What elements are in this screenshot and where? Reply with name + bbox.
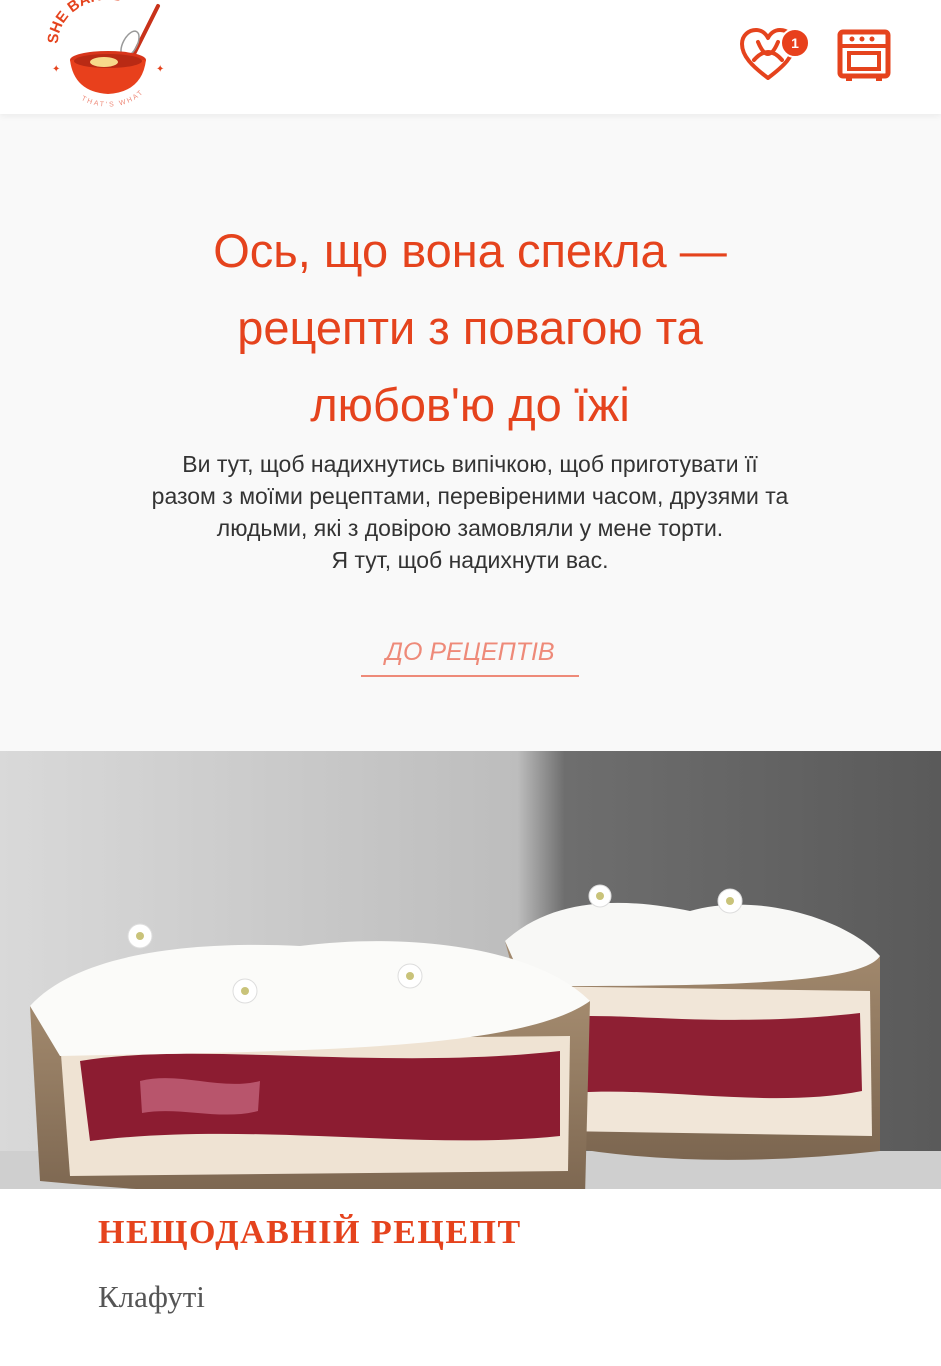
svg-text:✦: ✦ [52,64,60,75]
hero-text-line: Я тут, щоб надихнути вас. [331,547,609,573]
svg-text:SHE BAKED: SHE BAKED [46,0,124,44]
to-recipes-link[interactable]: ДО РЕЦЕПТІВ [361,632,579,677]
hero-text-line: Ви тут, щоб надихнутись випічкою, щоб пр… [182,451,758,477]
favorites-button[interactable]: 1 [738,26,810,86]
hero-title: Ось, що вона спекла — рецепти з повагою … [120,212,820,443]
hero-description: Ви тут, щоб надихнутись випічкою, щоб пр… [70,448,870,576]
hero-title-line: рецепти з повагою та [237,301,703,354]
hero-text-line: разом з моїми рецептами, перевіреними ча… [151,483,789,509]
hero-title-line: любов'ю до їжі [310,378,630,431]
site-logo[interactable]: SHE BAKED ✦ ✦ THAT'S WHAT [45,0,170,110]
recent-recipe-link[interactable]: Клафуті [98,1279,205,1315]
svg-text:✦: ✦ [156,64,164,75]
site-header: SHE BAKED ✦ ✦ THAT'S WHAT 1 [0,0,941,114]
cake-image [0,751,941,1189]
hero-title-line: Ось, що вона спекла — [213,224,727,277]
featured-cake-photo[interactable] [0,751,941,1189]
hero-text-line: людьми, які з довірою замовляли у мене т… [216,515,724,541]
oven-button[interactable] [836,28,892,84]
favorites-count-badge: 1 [780,28,810,58]
oven-icon [837,29,891,81]
logo-bowl-icon: SHE BAKED ✦ ✦ THAT'S WHAT [45,0,165,109]
hero-section: Ось, що вона спекла — рецепти з повагою … [0,114,941,751]
recent-recipe-heading: НЕЩОДАВНІЙ РЕЦЕПТ [98,1214,522,1251]
